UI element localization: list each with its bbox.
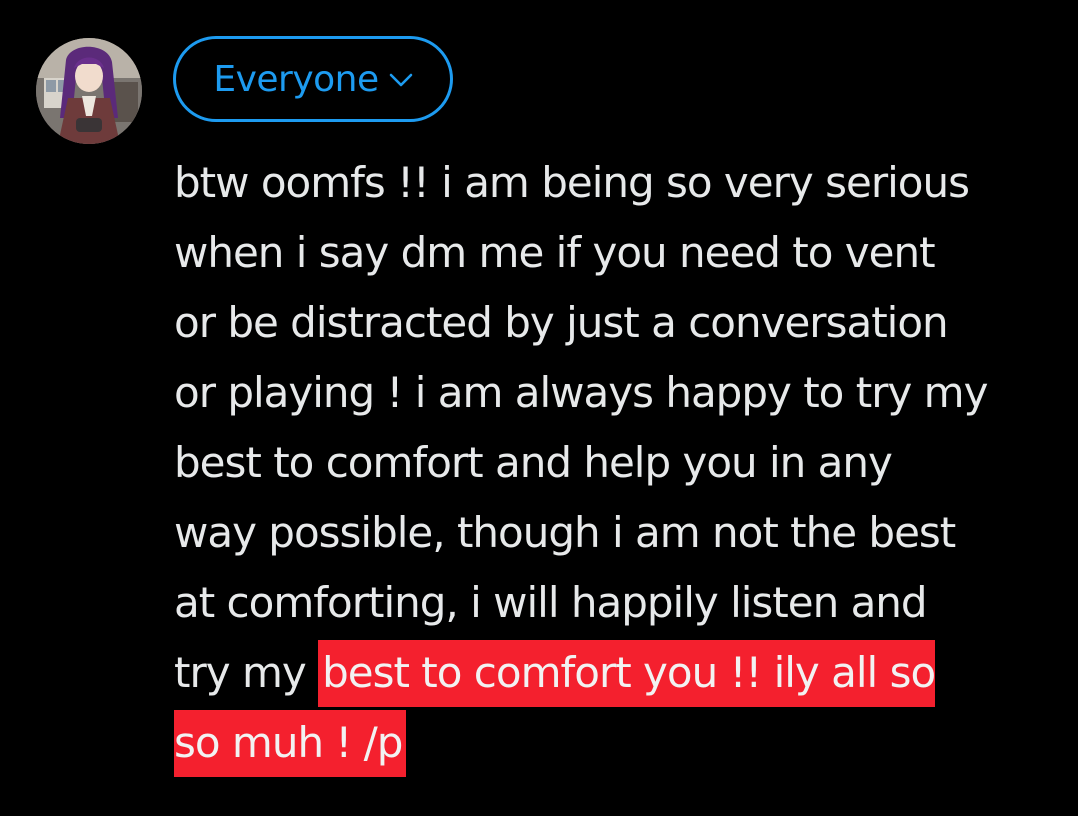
avatar-image xyxy=(36,38,142,144)
post-text-input[interactable]: btw oomfs !! i am being so very serious … xyxy=(174,148,1054,778)
profile-avatar[interactable] xyxy=(36,38,142,144)
audience-selector-button[interactable]: Everyone xyxy=(173,36,453,122)
audience-label: Everyone xyxy=(213,58,379,100)
post-composer: Everyone btw oomfs !! i am being so very… xyxy=(0,0,1078,816)
post-text: btw oomfs !! i am being so very serious … xyxy=(174,158,988,697)
chevron-down-icon xyxy=(389,72,413,92)
